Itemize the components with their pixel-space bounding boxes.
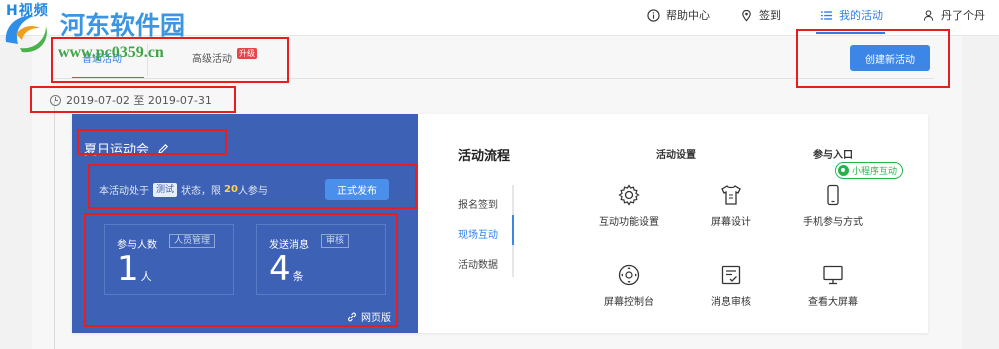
feature-interaction-settings-label: 互动功能设置 xyxy=(599,217,659,228)
review-document-icon xyxy=(721,265,741,285)
nav-user[interactable]: 丹了个丹 xyxy=(922,0,985,30)
messages-count: 4 xyxy=(269,249,291,289)
tshirt-icon xyxy=(721,185,741,205)
messages-stat: 发送消息 审核 4条 xyxy=(256,224,386,295)
link-icon xyxy=(348,312,356,321)
nav-user-name: 丹了个丹 xyxy=(941,9,985,22)
nav-checkin-label: 签到 xyxy=(759,9,781,22)
activity-title: 夏日运动会 xyxy=(84,139,169,158)
feature-big-screen-label: 查看大屏幕 xyxy=(808,297,858,308)
clock-icon xyxy=(50,94,61,106)
mini-program-icon xyxy=(838,165,849,176)
participants-stat: 参与人数 人员管理 1人 xyxy=(104,224,234,295)
date-range-text: 2019-07-02 至 2019-07-31 xyxy=(66,94,212,107)
watermark-site-name: 河东软件园 xyxy=(60,11,186,40)
mobile-phone-icon xyxy=(827,184,839,206)
activity-title-text: 夏日运动会 xyxy=(84,143,150,158)
create-activity-button[interactable]: 创建新活动 xyxy=(850,45,930,71)
feature-mobile-join[interactable]: 手机参与方式 xyxy=(788,183,878,228)
flow-item-signup[interactable]: 报名签到 xyxy=(458,196,498,211)
watermark-logo: H视频 河东软件园 www.pc0359.cn xyxy=(0,0,200,62)
feature-screen-design-label: 屏幕设计 xyxy=(711,217,751,228)
web-version-link[interactable]: 网页版 xyxy=(347,309,391,324)
list-icon xyxy=(820,10,833,20)
flow-active-indicator xyxy=(512,215,514,245)
publish-button[interactable]: 正式发布 xyxy=(325,179,389,200)
divider xyxy=(54,78,934,79)
feature-screen-design[interactable]: 屏幕设计 xyxy=(686,183,776,228)
watermark-top-text: H视频 xyxy=(6,3,49,19)
mini-program-badge: 小程序互动 xyxy=(835,162,904,179)
entry-column-heading: 参与入口 xyxy=(813,150,853,161)
settings-column-heading: 活动设置 xyxy=(656,150,696,161)
nav-my-activity[interactable]: 我的活动 xyxy=(816,0,885,34)
gear-icon xyxy=(618,184,640,206)
mini-program-label: 小程序互动 xyxy=(852,167,898,177)
nav-help-label: 帮助中心 xyxy=(666,9,710,22)
date-range: 2019-07-02 至 2019-07-31 xyxy=(50,92,212,108)
gamepad-icon xyxy=(618,264,640,286)
participants-unit: 人 xyxy=(140,270,152,283)
user-icon xyxy=(923,9,934,21)
participants-count: 1 xyxy=(117,249,139,289)
status-suffix: 人参与 xyxy=(237,186,268,197)
info-icon xyxy=(647,8,660,22)
flow-item-data[interactable]: 活动数据 xyxy=(458,256,498,271)
activity-status: 本活动处于 测试 状态，限 20 人参与 xyxy=(99,182,268,197)
messages-value: 4条 xyxy=(269,249,304,297)
feature-screen-console-label: 屏幕控制台 xyxy=(604,297,654,308)
review-link[interactable]: 审核 xyxy=(321,234,350,248)
edit-pencil-icon[interactable] xyxy=(157,143,169,155)
manage-people-link[interactable]: 人员管理 xyxy=(169,234,216,248)
status-tag: 测试 xyxy=(153,182,178,197)
status-middle: 状态，限 xyxy=(181,186,222,197)
nav-help[interactable]: 帮助中心 xyxy=(647,0,710,30)
watermark-site-url: www.pc0359.cn xyxy=(58,44,164,61)
feature-big-screen[interactable]: 查看大屏幕 xyxy=(788,263,878,308)
flow-item-interaction[interactable]: 现场互动 xyxy=(458,226,498,241)
nav-checkin[interactable]: 签到 xyxy=(740,0,781,30)
feature-interaction-settings[interactable]: 互动功能设置 xyxy=(584,183,674,228)
feature-screen-console[interactable]: 屏幕控制台 xyxy=(584,263,674,308)
web-version-label: 网页版 xyxy=(361,313,391,324)
feature-message-review[interactable]: 消息审核 xyxy=(686,263,776,308)
participants-value: 1人 xyxy=(117,249,152,297)
participant-limit: 20 xyxy=(224,184,238,195)
divider xyxy=(54,100,55,349)
messages-unit: 条 xyxy=(292,270,304,283)
status-prefix: 本活动处于 xyxy=(99,186,149,197)
location-pin-icon xyxy=(742,9,751,21)
feature-mobile-join-label: 手机参与方式 xyxy=(803,217,863,228)
nav-my-activity-label: 我的活动 xyxy=(839,9,883,22)
flow-title: 活动流程 xyxy=(458,149,511,164)
monitor-icon xyxy=(823,265,843,285)
feature-message-review-label: 消息审核 xyxy=(711,297,751,308)
upgrade-badge: 升级 xyxy=(237,48,257,59)
